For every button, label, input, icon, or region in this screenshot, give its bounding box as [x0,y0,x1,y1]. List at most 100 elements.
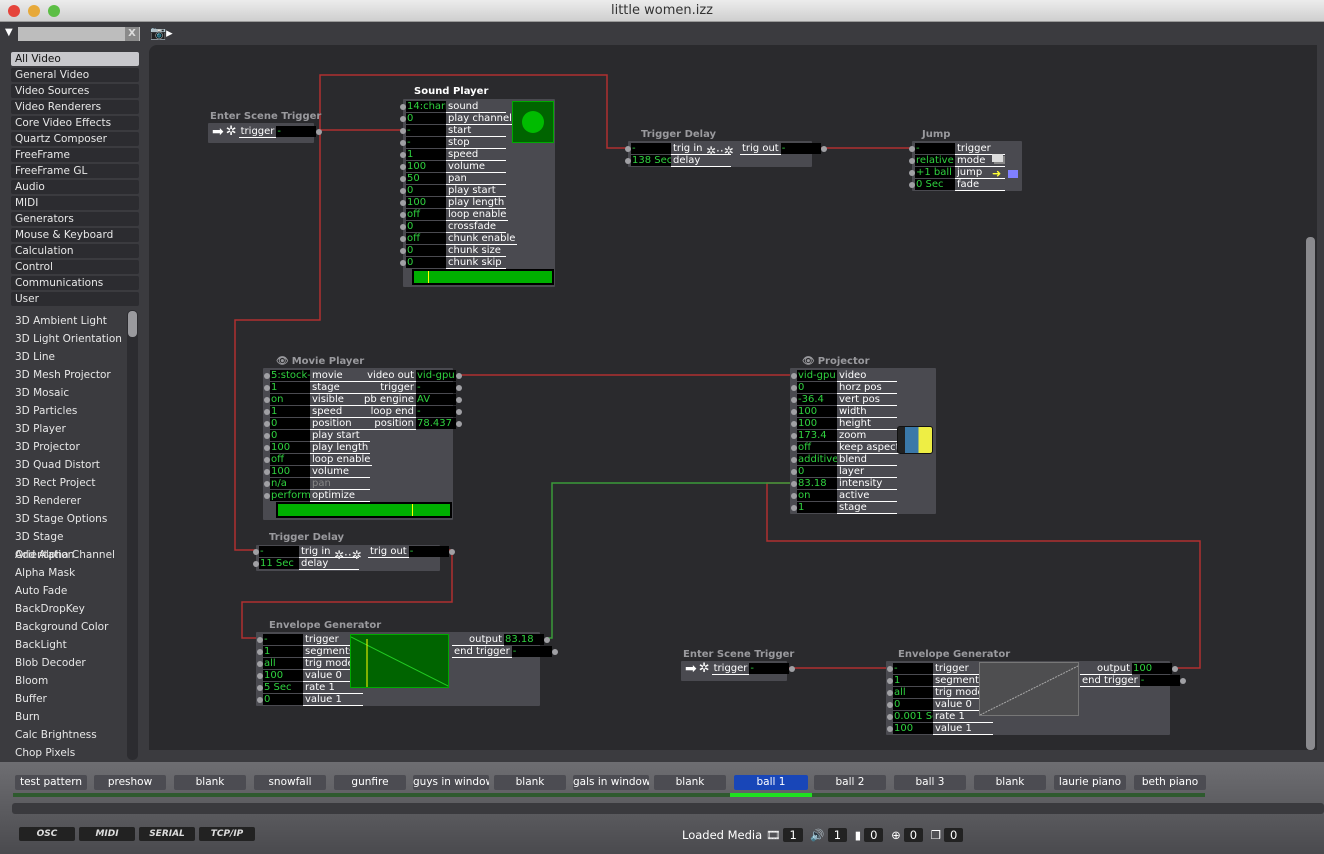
scene-button[interactable]: guys in window [413,775,489,790]
output-port[interactable] [820,145,827,152]
category-item[interactable]: Video Renderers [11,100,139,114]
output-port[interactable] [789,665,796,672]
input-value[interactable]: 100 [270,466,310,477]
filter-menu-icon[interactable]: ▼ [5,27,13,38]
input-value[interactable]: 0 [406,221,446,232]
input-value[interactable]: 100 [406,197,446,208]
input-value[interactable]: -36.4 [797,394,837,405]
protocol-button-osc[interactable]: OSC [19,827,75,841]
minimize-window-button[interactable] [28,5,40,17]
actor-list-item[interactable]: BackLight [11,636,125,654]
input-value[interactable]: - [893,663,933,674]
input-value[interactable]: 138 Sec [631,155,671,166]
input-value[interactable]: 0 [406,113,446,124]
input-value[interactable]: - [263,634,303,645]
input-value[interactable]: 100 [797,406,837,417]
input-value[interactable]: performa [270,490,310,501]
actor-list-item[interactable]: Bloom [11,672,125,690]
output-value[interactable]: 83.18 [504,634,544,645]
output-value[interactable]: - [749,663,790,674]
scene-button[interactable]: blank [654,775,726,790]
input-value[interactable]: on [797,490,837,501]
actor-list-item[interactable]: 3D Mesh Projector [11,366,125,384]
actor-list-item[interactable]: 3D Stage Orientation [11,528,125,561]
actor-list-item[interactable]: 3D Particles [11,402,125,420]
camera-icon[interactable]: 📷▸ [150,26,173,41]
actor-list-item[interactable]: 3D Player [11,420,125,438]
protocol-button-midi[interactable]: MIDI [79,827,135,841]
eye-icon[interactable]: 👁 [802,356,815,367]
input-value[interactable]: off [406,233,446,244]
input-value[interactable]: 1 [893,675,933,686]
category-item[interactable]: Generators [11,212,139,226]
category-item[interactable]: FreeFrame [11,148,139,162]
input-value[interactable]: additive [797,454,837,465]
scene-button[interactable]: test pattern [15,775,87,790]
scene-button[interactable]: ball 3 [894,775,966,790]
input-value[interactable]: vid-gpu [797,370,837,381]
scene-button[interactable]: laurie piano [1054,775,1126,790]
category-item[interactable]: Core Video Effects [11,116,139,130]
input-value[interactable]: 50 [406,173,446,184]
actor-list-item[interactable]: 3D Ambient Light [11,312,125,330]
actor-list-item[interactable]: Calc Brightness [11,726,125,744]
output-port[interactable] [456,372,462,379]
actor-search-input[interactable] [18,27,140,41]
actor-list-item[interactable]: BackDropKey [11,600,125,618]
output-port[interactable] [544,636,550,643]
protocol-button-serial[interactable]: SERIAL [139,827,195,841]
output-value[interactable]: - [511,646,552,657]
category-item[interactable]: Video Sources [11,84,139,98]
input-value[interactable]: +1 ball 2 [915,167,955,178]
input-value[interactable]: 5:stock-f [270,370,310,381]
input-value[interactable]: 14:charm [406,101,446,112]
category-item[interactable]: General Video [11,68,139,82]
actor-list-item[interactable]: Blob Decoder [11,654,125,672]
input-value[interactable]: 0 [797,466,837,477]
input-value[interactable]: 0 Sec [915,179,955,190]
input-value[interactable]: 0 [797,382,837,393]
actor-list-item[interactable]: Alpha Mask [11,564,125,582]
actor-list-item[interactable]: Buffer [11,690,125,708]
input-value[interactable]: 0 [406,185,446,196]
canvas-scroll-thumb[interactable] [1306,237,1315,750]
actor-list-item[interactable]: 3D Stage Options [11,510,125,528]
output-port[interactable] [551,648,558,655]
actor-list-item[interactable]: Background Color [11,618,125,636]
input-value[interactable]: off [797,442,837,453]
input-value[interactable]: off [270,454,310,465]
scene-button[interactable]: blank [494,775,566,790]
category-item[interactable]: Calculation [11,244,139,258]
output-value[interactable]: - [276,126,317,137]
output-value[interactable]: 100 [1132,663,1172,674]
category-item[interactable]: Audio [11,180,139,194]
input-value[interactable]: 100 [406,161,446,172]
input-value[interactable]: off [406,209,446,220]
clear-search-button[interactable]: X [125,27,139,41]
zoom-window-button[interactable] [48,5,60,17]
playback-position-bar[interactable] [276,502,452,518]
category-item[interactable]: User [11,292,139,306]
input-value[interactable]: n/a [270,478,310,489]
output-port[interactable] [448,548,455,555]
actor-list-item[interactable]: 3D Light Orientation [11,330,125,348]
actor-list-item[interactable]: Auto Fade [11,582,125,600]
output-value[interactable]: - [416,406,456,417]
actor-list-item[interactable]: 3D Mosaic [11,384,125,402]
input-value[interactable]: 0 [893,699,933,710]
category-item[interactable]: MIDI [11,196,139,210]
scene-button[interactable]: blank [974,775,1046,790]
category-item[interactable]: All Video [11,52,139,66]
output-port[interactable] [456,420,462,427]
output-value[interactable]: vid-gpu [416,370,456,381]
input-value[interactable]: all [893,687,933,698]
input-value[interactable]: 0.001 Sec [893,711,933,722]
input-value[interactable]: 1 [270,382,310,393]
category-item[interactable]: Communications [11,276,139,290]
output-port[interactable] [456,396,462,403]
input-value[interactable]: 1 [797,502,837,513]
actor-list-item[interactable]: Add Alpha Channel [11,546,125,564]
input-value[interactable]: 0 [270,430,310,441]
output-port[interactable] [456,384,462,391]
scene-button[interactable]: ball 1 [734,775,808,790]
